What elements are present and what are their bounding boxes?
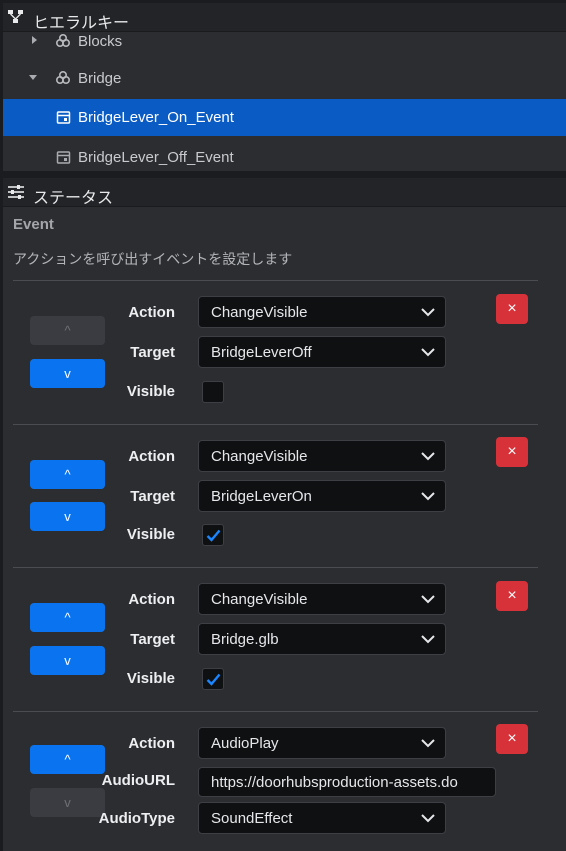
target-select[interactable]: BridgeLeverOff [198,336,446,368]
target-select[interactable]: BridgeLeverOn [198,480,446,512]
action-select-value: AudioPlay [211,735,279,752]
target-select-value: BridgeLeverOff [211,344,312,361]
chevron-down-icon [421,595,435,604]
chevron-down-icon [421,635,435,644]
target-label: Target [130,631,175,648]
collapse-arrow-icon[interactable] [28,72,38,82]
move-up-button[interactable]: ^ [30,603,105,632]
tree-item-bridgelever-off-event[interactable]: BridgeLever_Off_Event [3,139,566,171]
action-select-value: ChangeVisible [211,448,308,465]
status-panel: ステータス Event アクションを呼び出すイベントを設定します ^ v Act… [3,178,566,851]
action-divider [13,280,538,281]
action-divider [13,711,538,712]
expand-arrow-icon[interactable] [29,35,39,45]
chevron-down-icon [421,739,435,748]
target-select[interactable]: Bridge.glb [198,623,446,655]
delete-action-button[interactable]: × [496,437,528,467]
action-label: Action [128,735,175,752]
group-icon [55,71,71,85]
audiotype-select-value: SoundEffect [211,810,293,827]
event-icon [56,151,71,164]
move-up-button[interactable]: ^ [30,460,105,489]
chevron-down-icon [421,348,435,357]
tree-item-label: Blocks [78,33,123,50]
move-down-button[interactable]: v [30,359,105,388]
visible-label: Visible [126,383,175,400]
action-select[interactable]: ChangeVisible [198,583,446,615]
action-select[interactable]: ChangeVisible [198,296,446,328]
delete-action-button[interactable]: × [496,581,528,611]
action-select[interactable]: ChangeVisible [198,440,446,472]
hierarchy-title: ヒエラルキー [33,15,130,32]
action-divider [13,424,538,425]
move-down-button[interactable]: v [30,502,105,531]
tree-item-label: BridgeLever_On_Event [78,109,234,126]
hierarchy-panel: Blocks Bridge BridgeLever_On_Event Bridg… [3,3,566,171]
chevron-down-icon [421,814,435,823]
group-icon [55,34,71,48]
action-label: Action [128,591,175,608]
action-select[interactable]: AudioPlay [198,727,446,759]
chevron-down-icon [421,452,435,461]
tree-item-bridgelever-on-event[interactable]: BridgeLever_On_Event [3,99,566,136]
hierarchy-header: ヒエラルキー [3,3,566,32]
move-down-button[interactable]: v [30,646,105,675]
tree-item-label: BridgeLever_Off_Event [78,149,234,166]
tree-item-label: Bridge [78,70,122,87]
section-title: Event [13,216,54,233]
target-label: Target [130,344,175,361]
target-select-value: BridgeLeverOn [211,488,312,505]
action-select-value: ChangeVisible [211,591,308,608]
delete-action-button[interactable]: × [496,724,528,754]
delete-action-button[interactable]: × [496,294,528,324]
target-select-value: Bridge.glb [211,631,279,648]
visible-label: Visible [126,670,175,687]
status-header: ステータス [3,178,566,207]
target-label: Target [130,488,175,505]
checkmark-icon [206,529,221,542]
action-label: Action [128,448,175,465]
audiourl-input[interactable]: https://doorhubsproduction-assets.do [198,767,496,797]
action-label: Action [128,304,175,321]
status-title: ステータス [33,190,114,207]
chevron-down-icon [421,308,435,317]
visible-checkbox[interactable] [202,524,224,546]
audiotype-select[interactable]: SoundEffect [198,802,446,834]
move-down-button[interactable]: v [30,788,105,817]
section-description: アクションを呼び出すイベントを設定します [13,251,293,267]
hierarchy-icon [8,10,23,23]
action-select-value: ChangeVisible [211,304,308,321]
visible-label: Visible [126,526,175,543]
tree-item-bridge[interactable]: Bridge [3,60,566,97]
checkmark-icon [206,673,221,686]
audiourl-input-value: https://doorhubsproduction-assets.do [211,774,458,791]
event-icon [56,111,71,124]
audiourl-label: AudioURL [101,772,175,789]
visible-checkbox[interactable] [202,381,224,403]
action-divider [13,567,538,568]
move-up-button[interactable]: ^ [30,745,105,774]
sliders-icon [8,185,24,199]
move-up-button[interactable]: ^ [30,316,105,345]
audiotype-label: AudioType [98,810,175,827]
visible-checkbox[interactable] [202,668,224,690]
chevron-down-icon [421,492,435,501]
